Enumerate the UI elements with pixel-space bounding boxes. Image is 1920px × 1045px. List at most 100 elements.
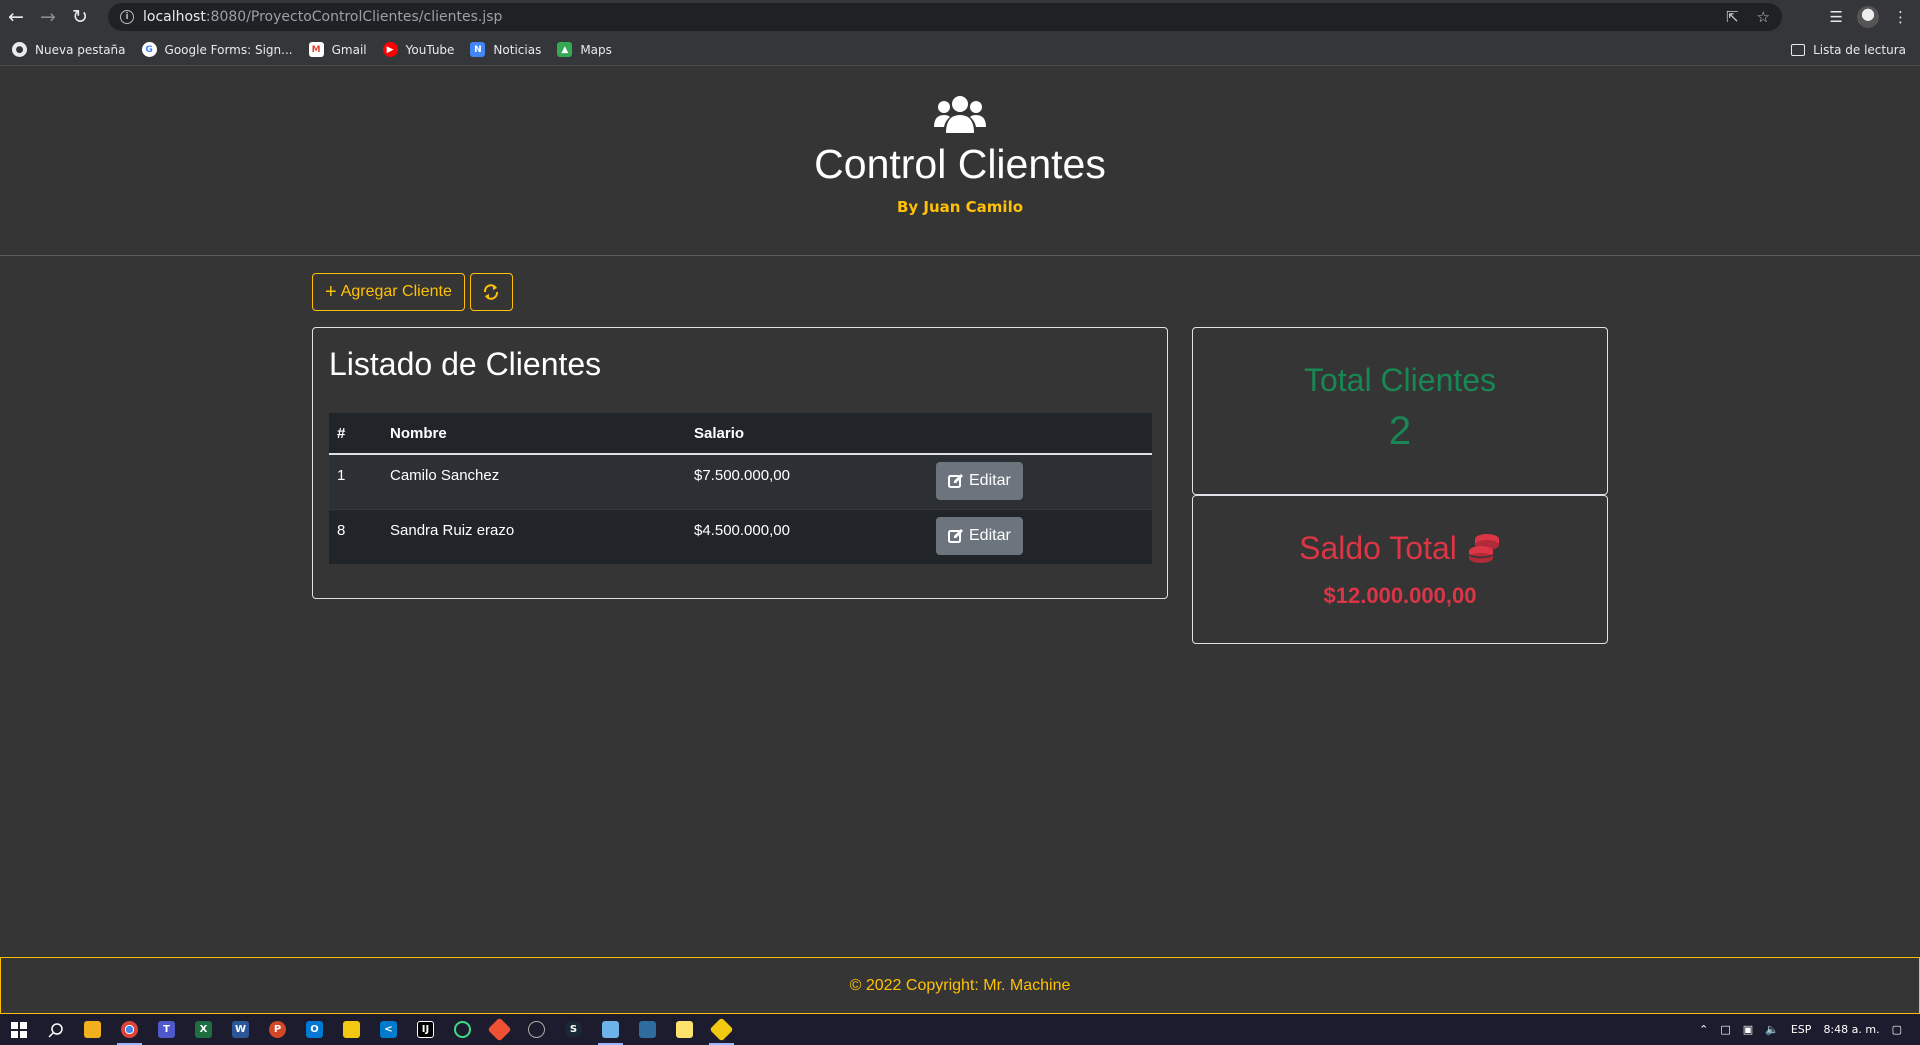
reload-icon[interactable]: ↻: [64, 0, 96, 34]
youtube-icon: ▶: [382, 42, 398, 57]
notification-icon[interactable]: ▢: [1892, 1023, 1902, 1036]
add-client-button[interactable]: + Agregar Cliente: [312, 273, 465, 311]
bookmark-label: Noticias: [493, 42, 542, 57]
table-header-row: # Nombre Salario: [329, 413, 1152, 455]
column-header-salario: Salario: [686, 413, 928, 455]
page-subtitle: By Juan Camilo: [896, 198, 1024, 216]
reading-list-icon: [1791, 44, 1806, 56]
chrome-taskbar-icon[interactable]: [111, 1014, 148, 1045]
google-icon: G: [141, 42, 157, 57]
cell-nombre: Camilo Sanchez: [382, 454, 686, 509]
intellij-icon[interactable]: IJ: [407, 1014, 444, 1045]
reading-list-label: Lista de lectura: [1813, 43, 1906, 57]
clock-app-icon[interactable]: [518, 1014, 555, 1045]
page-title: Control Clientes: [814, 141, 1106, 187]
mysql-icon[interactable]: [629, 1014, 666, 1045]
bookmark-label: Maps: [580, 42, 612, 57]
outlook-icon[interactable]: O: [296, 1014, 333, 1045]
footer-copyright: © 2022 Copyright: Mr. Machine: [849, 976, 1071, 994]
sync-app-icon[interactable]: [444, 1014, 481, 1045]
menu-kebab-icon[interactable]: ⋮: [1893, 8, 1908, 26]
column-header-actions: [928, 413, 1152, 455]
windows-start-icon[interactable]: [0, 1014, 37, 1045]
share-icon[interactable]: ⇱: [1726, 8, 1739, 26]
news-icon: N: [470, 42, 486, 57]
edit-button[interactable]: Editar: [936, 516, 1023, 555]
total-clients-card: Total Clientes 2: [1192, 327, 1608, 495]
refresh-button[interactable]: [469, 273, 513, 311]
git-kraken-icon[interactable]: [703, 1014, 740, 1045]
client-list-card: Listado de Clientes # Nombre Salario 1 C…: [312, 327, 1168, 599]
bookmark-label: Google Forms: Sign...: [164, 42, 293, 57]
browser-toolbar: ← → ↻ i localhost:8080/ProyectoControlCl…: [0, 0, 1920, 34]
bookmark-nueva-pestana[interactable]: ● Nueva pestaña: [12, 42, 126, 57]
url-path: :8080/ProyectoControlClientes/clientes.j…: [205, 9, 503, 25]
teams-icon[interactable]: T: [148, 1014, 185, 1045]
bookmark-noticias[interactable]: N Noticias: [470, 42, 541, 57]
powerbi-icon[interactable]: [333, 1014, 370, 1045]
cell-salario: $4.500.000,00: [686, 508, 928, 564]
windows-taskbar: T X W P O < IJ S ⌃ □ ▣ 🔈 ESP 8:48 a. m. …: [0, 1014, 1920, 1045]
table-row: 8 Sandra Ruiz erazo $4.500.000,00 Editar: [329, 508, 1152, 564]
system-tray: ⌃ □ ▣ 🔈 ESP 8:48 a. m. ▢: [1699, 1014, 1920, 1045]
search-icon[interactable]: [37, 1014, 74, 1045]
total-balance-label: Saldo Total: [1299, 530, 1457, 566]
edit-icon: [948, 474, 963, 488]
bookmark-youtube[interactable]: ▶ YouTube: [382, 42, 455, 57]
plus-icon: +: [325, 280, 337, 303]
chrome-icon: ●: [12, 42, 27, 57]
language-indicator[interactable]: ESP: [1791, 1023, 1812, 1036]
git-app-icon[interactable]: [481, 1014, 518, 1045]
edit-button[interactable]: Editar: [936, 462, 1023, 500]
profile-avatar[interactable]: [1857, 6, 1879, 28]
cell-id: 1: [329, 454, 382, 509]
site-info-icon[interactable]: i: [120, 10, 134, 24]
cell-actions: Editar: [928, 454, 1152, 509]
column-header-id: #: [329, 413, 382, 455]
clock[interactable]: 8:48 a. m.: [1823, 1023, 1879, 1036]
action-bar: + Agregar Cliente: [312, 273, 513, 311]
table-row: 1 Camilo Sanchez $7.500.000,00 Editar: [329, 454, 1152, 509]
reading-list-button[interactable]: Lista de lectura: [1791, 34, 1906, 66]
total-balance-card: Saldo Total $12.000.000,00: [1192, 495, 1608, 644]
bookmarks-bar: ● Nueva pestaña G Google Forms: Sign... …: [0, 34, 1920, 66]
cell-salario: $7.500.000,00: [686, 454, 928, 509]
volume-icon[interactable]: 🔈: [1765, 1023, 1779, 1036]
address-bar[interactable]: i localhost:8080/ProyectoControlClientes…: [108, 3, 1782, 31]
cell-actions: Editar: [928, 508, 1152, 564]
gmail-icon: M: [308, 42, 324, 57]
page-header: Control Clientes By Juan Camilo: [0, 67, 1920, 256]
bookmark-google-forms[interactable]: G Google Forms: Sign...: [141, 42, 293, 57]
vscode-icon[interactable]: <: [370, 1014, 407, 1045]
bookmark-star-icon[interactable]: ☆: [1757, 8, 1770, 26]
total-clients-label: Total Clientes: [1303, 362, 1497, 398]
netbeans-icon[interactable]: [592, 1014, 629, 1045]
bookmark-label: YouTube: [405, 42, 455, 57]
cell-nombre: Sandra Ruiz erazo: [382, 508, 686, 564]
maps-icon: ▲: [557, 42, 573, 57]
url-host: localhost: [143, 9, 206, 25]
word-icon[interactable]: W: [222, 1014, 259, 1045]
meet-now-icon[interactable]: □: [1720, 1023, 1730, 1036]
total-balance-value: $12.000.000,00: [1323, 583, 1477, 608]
forward-arrow-icon[interactable]: →: [32, 0, 64, 34]
edit-button-label: Editar: [969, 472, 1011, 489]
column-header-nombre: Nombre: [382, 413, 686, 455]
steam-icon[interactable]: S: [555, 1014, 592, 1045]
bookmark-label: Gmail: [331, 42, 367, 57]
bookmark-maps[interactable]: ▲ Maps: [557, 42, 612, 57]
notepad-icon[interactable]: [666, 1014, 703, 1045]
chevron-up-icon[interactable]: ⌃: [1699, 1023, 1708, 1036]
edit-button-label: Editar: [969, 526, 1011, 544]
excel-icon[interactable]: X: [185, 1014, 222, 1045]
page-footer: © 2022 Copyright: Mr. Machine: [0, 957, 1920, 1014]
cell-id: 8: [329, 508, 382, 564]
network-icon[interactable]: ▣: [1743, 1023, 1753, 1036]
users-icon: [0, 67, 1920, 139]
file-explorer-icon[interactable]: [74, 1014, 111, 1045]
media-control-icon[interactable]: ☰: [1830, 8, 1843, 26]
powerpoint-icon[interactable]: P: [259, 1014, 296, 1045]
bookmark-gmail[interactable]: M Gmail: [308, 42, 367, 57]
client-list-title: Listado de Clientes: [329, 346, 602, 382]
back-arrow-icon[interactable]: ←: [0, 0, 32, 34]
